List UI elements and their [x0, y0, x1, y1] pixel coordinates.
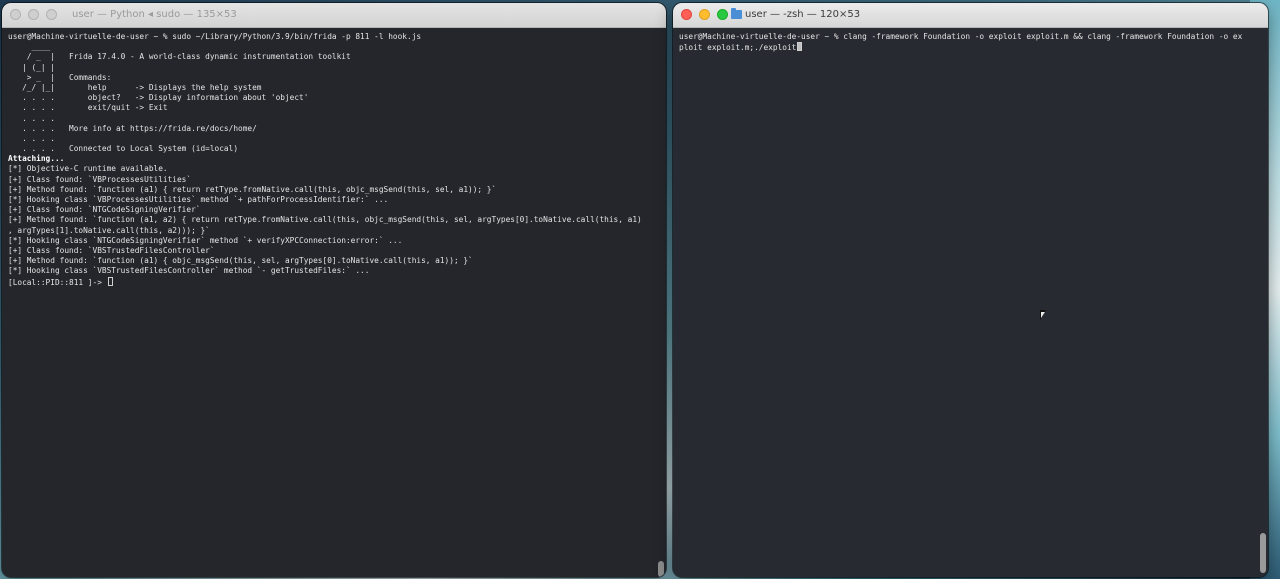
- terminal-window-frida[interactable]: user — Python ◂ sudo — 135×53 user@Machi…: [2, 3, 666, 577]
- terminal-line: Attaching...: [8, 154, 65, 164]
- minimize-button[interactable]: [28, 9, 39, 20]
- scrollbar[interactable]: [1259, 33, 1267, 573]
- terminal-output[interactable]: user@Machine-virtuelle-de-user ~ % clang…: [673, 28, 1268, 577]
- close-button[interactable]: [681, 9, 692, 20]
- terminal-line: [+] Class found: `VBSTrustedFilesControl…: [8, 245, 215, 255]
- terminal-line: [*] Objective-C runtime available.: [8, 164, 168, 174]
- terminal-output[interactable]: user@Machine-virtuelle-de-user ~ % sudo …: [2, 28, 666, 577]
- terminal-line: [*] Hooking class `VBSTrustedFilesContro…: [8, 266, 370, 276]
- terminal-line: [+] Method found: `function (a1, a2) { r…: [8, 215, 642, 225]
- terminal-line: [*] Hooking class `VBProcessesUtilities`…: [8, 195, 389, 204]
- terminal-line: ploit exploit.m;./exploit: [679, 42, 1262, 52]
- terminal-line: > _ | Commands:: [8, 72, 112, 82]
- text-cursor: [797, 42, 803, 52]
- terminal-line: / _ | Frida 17.4.0 - A world-class dynam…: [8, 52, 351, 62]
- terminal-line: . . . .: [8, 113, 55, 123]
- scrollbar-thumb[interactable]: [1260, 533, 1266, 573]
- zoom-button[interactable]: [46, 9, 57, 20]
- scrollbar[interactable]: [657, 33, 665, 577]
- terminal-line: [+] Method found: `function (a1) { objc_…: [8, 256, 473, 266]
- terminal-line: user@Machine-virtuelle-de-user ~ % sudo …: [8, 32, 422, 41]
- terminal-line: [+] Class found: `VBProcessesUtilities`: [8, 174, 192, 184]
- zoom-button[interactable]: [717, 9, 728, 20]
- terminal-line: . . . . Connected to Local System (id=lo…: [8, 144, 239, 154]
- window-title: user — -zsh — 120×53: [745, 9, 861, 20]
- terminal-line: . . . . More info at https://frida.re/do…: [8, 123, 257, 133]
- minimize-button[interactable]: [699, 9, 710, 20]
- window-title: user — Python ◂ sudo — 135×53: [72, 9, 237, 20]
- terminal-line: /_/ |_| help -> Displays the help system: [8, 82, 262, 92]
- terminal-line: [+] Class found: `NTGCodeSigningVerifier…: [8, 205, 201, 215]
- terminal-line: ____: [8, 42, 51, 52]
- terminal-line: [*] Hooking class `NTGCodeSigningVerifie…: [8, 235, 403, 245]
- terminal-line: [Local::PID::811 ]->: [8, 276, 660, 287]
- folder-icon: [731, 8, 742, 19]
- terminal-line: . . . . object? -> Display information a…: [8, 93, 309, 103]
- terminal-line: | (_| |: [8, 62, 55, 72]
- window-titlebar[interactable]: user — -zsh — 120×53: [673, 3, 1268, 28]
- terminal-window-zsh[interactable]: user — -zsh — 120×53 user@Machine-virtue…: [673, 3, 1268, 577]
- scrollbar-thumb[interactable]: [658, 561, 664, 577]
- terminal-line: . . . . exit/quit -> Exit: [8, 103, 168, 113]
- terminal-line: , argTypes[1].toNative.call(this, a2)));…: [8, 225, 210, 235]
- close-tab-icon[interactable]: [10, 9, 21, 20]
- terminal-line: [+] Method found: `function (a1) { retur…: [8, 184, 497, 194]
- terminal-line: user@Machine-virtuelle-de-user ~ % clang…: [679, 32, 1243, 41]
- window-titlebar[interactable]: user — Python ◂ sudo — 135×53: [2, 3, 666, 28]
- text-cursor: [107, 276, 113, 286]
- terminal-line: . . . .: [8, 133, 55, 143]
- mouse-pointer-icon: [1040, 310, 1046, 320]
